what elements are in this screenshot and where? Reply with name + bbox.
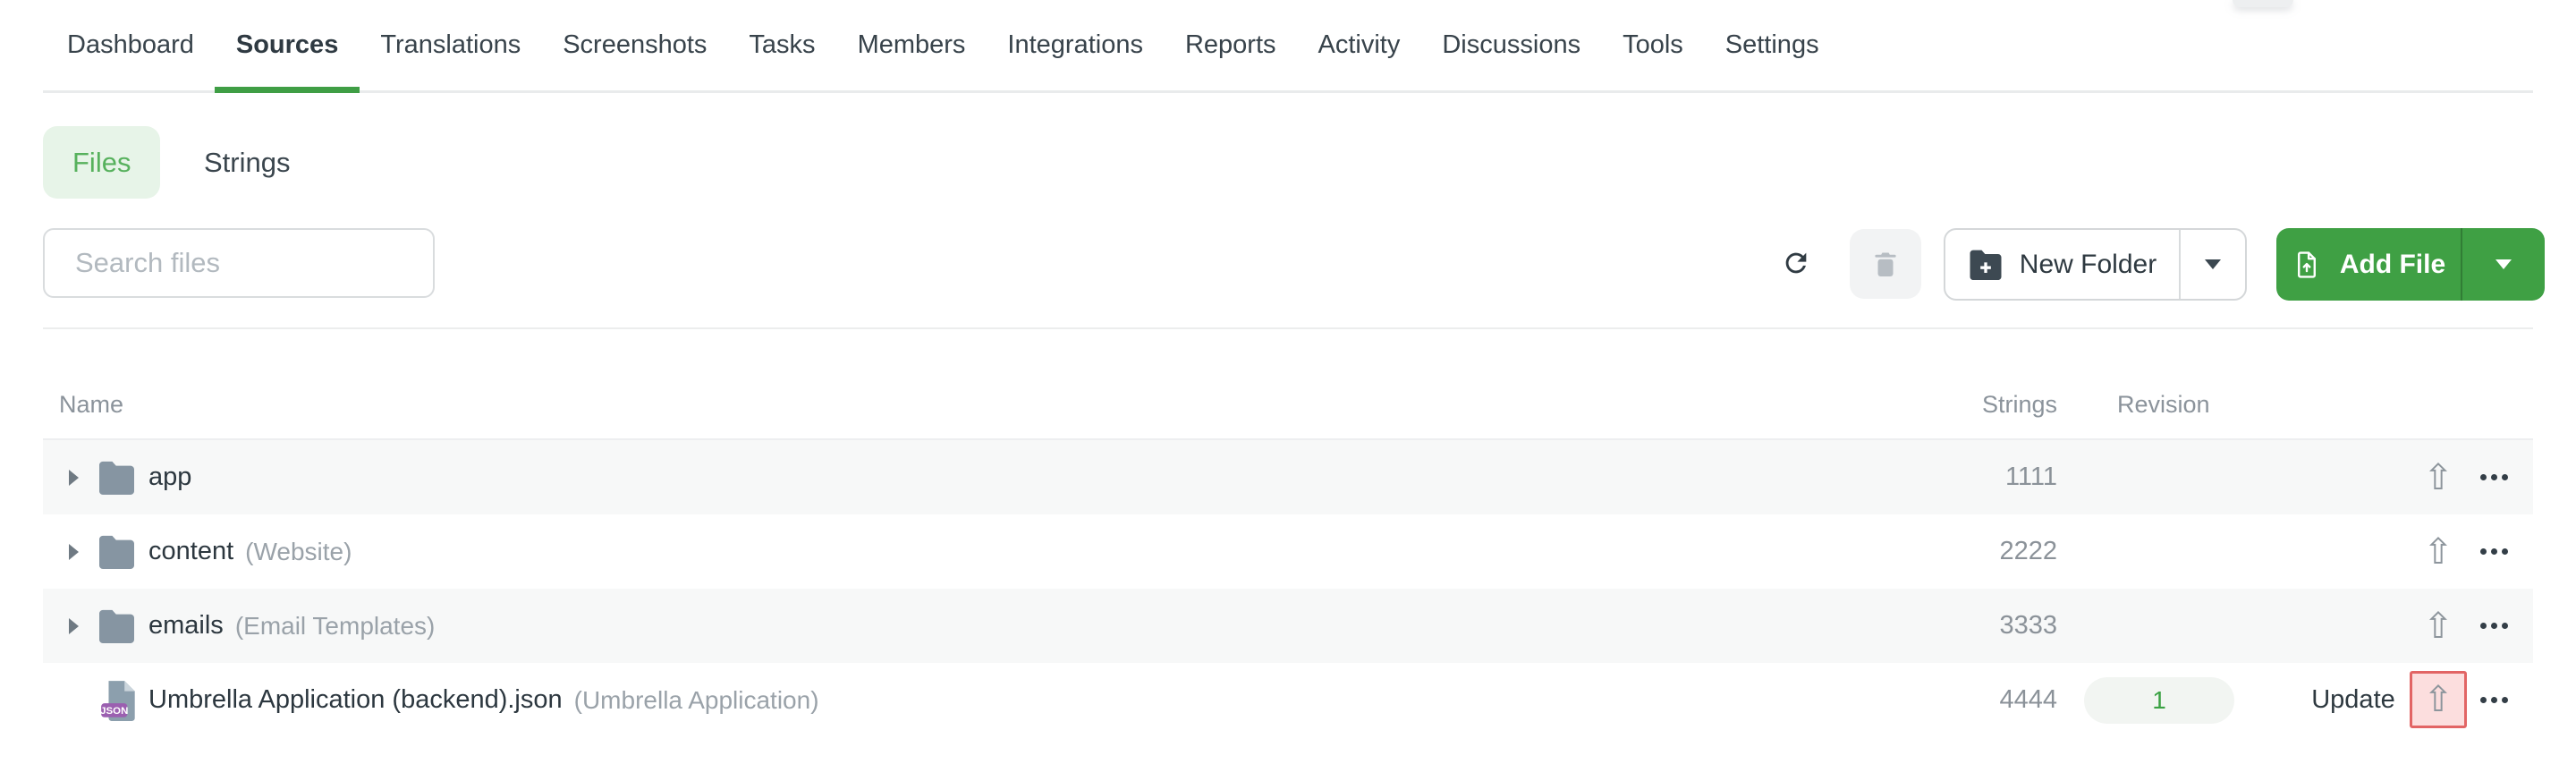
search-input[interactable] [43, 228, 435, 298]
refresh-button[interactable] [1769, 229, 1823, 297]
tab-files[interactable]: Files [43, 126, 161, 199]
expand-chevron-icon[interactable] [63, 440, 84, 514]
revision-badge: 1 [2084, 663, 2234, 737]
nav-item-integrations[interactable]: Integrations [1007, 0, 1143, 90]
strings-count: 1111 [2004, 463, 2057, 491]
folder-secondary-name: (Website) [245, 537, 352, 565]
nav-item-members[interactable]: Members [858, 0, 966, 90]
table-row-app[interactable]: app 1111 ⇧ [43, 440, 2533, 514]
folder-icon [93, 514, 140, 589]
update-link[interactable]: Update [2291, 663, 2416, 737]
new-folder-button[interactable]: New Folder [1945, 230, 2179, 299]
table-row-emails[interactable]: emails (Email Templates) 3333 ⇧ [43, 589, 2533, 663]
folder-secondary-name: (Email Templates) [234, 611, 436, 640]
strings-count: 4444 [1999, 685, 2057, 714]
sources-page: Dashboard Sources Translations Screensho… [0, 0, 2576, 764]
folder-name[interactable]: content [148, 537, 233, 566]
column-header-name: Name [59, 391, 124, 418]
more-actions-button[interactable] [2467, 514, 2521, 589]
folder-icon [93, 440, 140, 514]
json-file-icon: JSON [97, 663, 143, 737]
trash-icon [1870, 249, 1901, 279]
nav-item-screenshots[interactable]: Screenshots [563, 0, 707, 90]
delete-button[interactable] [1850, 229, 1921, 299]
add-file-dropdown-button[interactable] [2462, 228, 2545, 301]
upload-translations-icon[interactable]: ⇧ [2410, 589, 2467, 663]
upload-translations-icon[interactable]: ⇧ [2410, 440, 2467, 514]
nav-item-reports[interactable]: Reports [1185, 0, 1276, 90]
column-header-revision: Revision [2117, 391, 2210, 418]
nav-item-activity[interactable]: Activity [1318, 0, 1401, 90]
refresh-icon [1781, 248, 1811, 278]
file-upload-icon [2292, 246, 2322, 284]
more-actions-button[interactable] [2467, 663, 2521, 737]
highlight-box: ⇧ [2410, 671, 2467, 728]
strings-count: 3333 [1999, 611, 2057, 640]
nav-item-discussions[interactable]: Discussions [1442, 0, 1580, 90]
chevron-down-icon [2496, 259, 2512, 269]
folder-icon [93, 589, 140, 663]
expand-chevron-icon[interactable] [63, 589, 84, 663]
nav-item-tasks[interactable]: Tasks [749, 0, 815, 90]
upload-translations-icon[interactable]: ⇧ [2423, 682, 2453, 717]
files-table: app 1111 ⇧ content (Website) 2222 ⇧ emai… [43, 438, 2533, 737]
upload-translations-icon[interactable]: ⇧ [2410, 514, 2467, 589]
new-folder-dropdown-button[interactable] [2181, 230, 2245, 299]
new-folder-split-button: New Folder [1944, 228, 2247, 301]
column-header-strings: Strings [1981, 391, 2057, 418]
section-divider [43, 327, 2533, 329]
table-row-umbrella-json[interactable]: JSON Umbrella Application (backend).json… [43, 663, 2533, 737]
nav-item-settings[interactable]: Settings [1725, 0, 1819, 90]
new-folder-label: New Folder [2019, 249, 2157, 279]
tab-strings[interactable]: Strings [190, 126, 304, 199]
nav-item-dashboard[interactable]: Dashboard [67, 0, 194, 90]
expand-chevron-icon[interactable] [63, 514, 84, 589]
chevron-down-icon [2205, 259, 2221, 269]
add-file-button[interactable]: Add File [2276, 228, 2461, 301]
strings-count: 2222 [1999, 537, 2057, 565]
folder-plus-icon [1968, 249, 2004, 280]
nav-item-translations[interactable]: Translations [380, 0, 521, 90]
nav-item-tools[interactable]: Tools [1623, 0, 1683, 90]
file-secondary-name: (Umbrella Application) [573, 685, 819, 714]
svg-text:JSON: JSON [101, 706, 128, 717]
table-row-content[interactable]: content (Website) 2222 ⇧ [43, 514, 2533, 589]
more-actions-button[interactable] [2467, 589, 2521, 663]
nav-bottom-border [43, 90, 2533, 93]
nav-item-sources[interactable]: Sources [214, 0, 360, 93]
add-file-label: Add File [2339, 249, 2446, 279]
folder-name[interactable]: app [148, 463, 191, 492]
top-navigation: Dashboard Sources Translations Screensho… [67, 0, 1819, 93]
folder-name[interactable]: emails [148, 611, 224, 641]
add-file-split-button: Add File [2276, 228, 2545, 301]
more-actions-button[interactable] [2467, 440, 2521, 514]
cutoff-element [2233, 0, 2293, 7]
file-name[interactable]: Umbrella Application (backend).json [148, 685, 563, 715]
